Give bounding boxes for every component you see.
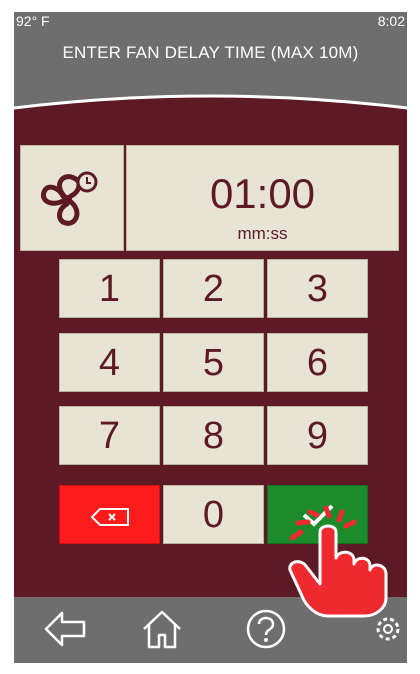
fan-delay-icon-box: [20, 145, 124, 251]
key-9[interactable]: 9: [267, 406, 368, 465]
key-7[interactable]: 7: [59, 406, 160, 465]
time-value: 01:00: [209, 170, 316, 217]
key-2[interactable]: 2: [163, 259, 264, 318]
backspace-icon: [90, 508, 129, 526]
key-4[interactable]: 4: [59, 333, 160, 392]
home-icon[interactable]: [140, 607, 184, 651]
backspace-button[interactable]: [59, 485, 160, 544]
key-1[interactable]: 1: [59, 259, 160, 318]
time-unit: mm:ss: [237, 224, 288, 243]
header-arc: [14, 94, 407, 130]
back-arrow-icon[interactable]: [42, 607, 88, 651]
time-display: 01:00 mm:ss: [126, 145, 399, 251]
screen: 92° F 8:02 ENTER FAN DELAY TIME (MAX 10M…: [14, 12, 407, 663]
fan-delay-icon: [41, 171, 98, 226]
key-8[interactable]: 8: [163, 406, 264, 465]
key-3[interactable]: 3: [267, 259, 368, 318]
page-title: ENTER FAN DELAY TIME (MAX 10M): [62, 43, 359, 62]
key-6[interactable]: 6: [267, 333, 368, 392]
key-5[interactable]: 5: [163, 333, 264, 392]
clock: 8:02: [377, 13, 405, 29]
temperature-readout: 92° F: [16, 13, 50, 29]
key-0[interactable]: 0: [163, 485, 264, 544]
tap-gesture-icon: [288, 505, 388, 618]
